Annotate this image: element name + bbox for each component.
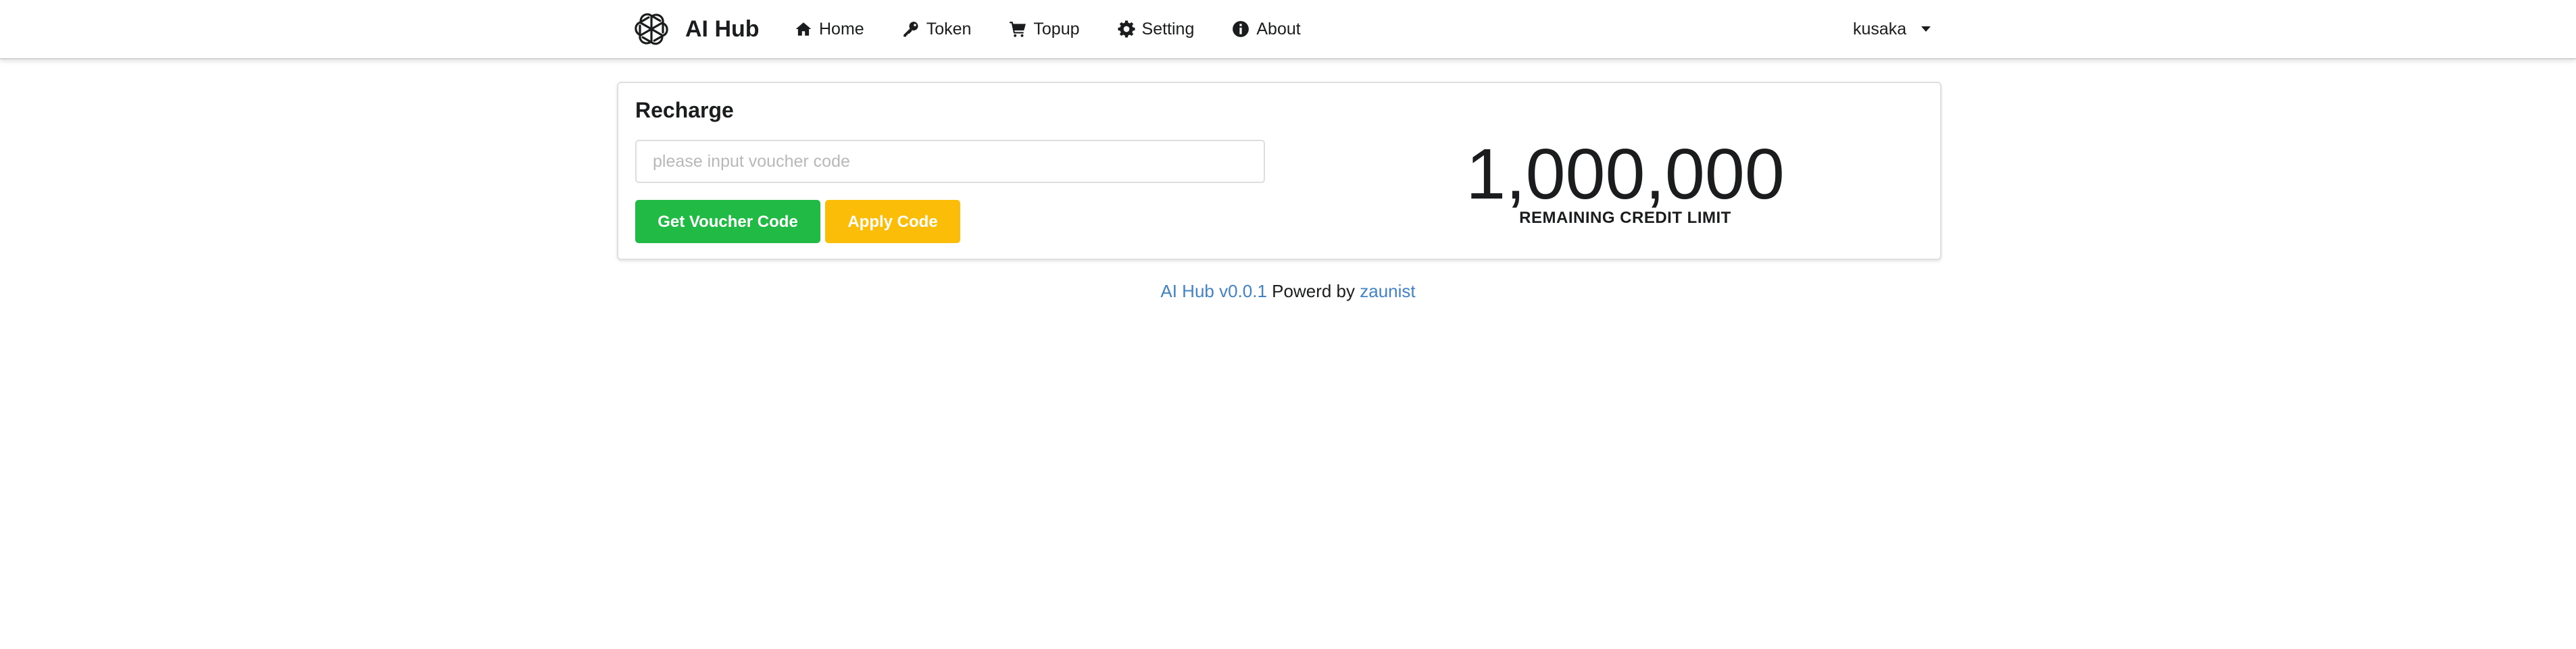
apply-code-button[interactable]: Apply Code [825, 200, 960, 243]
navbar-container: AI Hub Home Token Topup Setting About ku… [616, 0, 1941, 58]
powered-by-text: Powerd by [1272, 281, 1355, 301]
credit-label: REMAINING CREDIT LIMIT [1519, 209, 1731, 227]
cart-icon [1010, 22, 1026, 37]
recharge-card: Recharge Get Voucher Code Apply Code 1,0… [617, 82, 1941, 260]
nav-item-label: Setting [1141, 19, 1195, 38]
nav-item-label: Topup [1033, 19, 1080, 38]
nav-item-home[interactable]: Home [795, 20, 864, 39]
gear-icon [1118, 20, 1135, 38]
main-nav: Home Token Topup Setting About [795, 0, 1339, 58]
user-menu-dropdown[interactable]: kusaka [1853, 0, 1931, 58]
credit-value: 1,000,000 [1466, 134, 1785, 214]
top-navbar: AI Hub Home Token Topup Setting About ku… [0, 0, 2576, 59]
nav-item-setting[interactable]: Setting [1118, 19, 1195, 39]
home-icon [795, 22, 812, 36]
info-icon [1233, 21, 1249, 37]
key-icon [903, 22, 918, 37]
get-voucher-code-button[interactable]: Get Voucher Code [635, 200, 820, 243]
nav-item-label: About [1256, 19, 1301, 38]
brand[interactable]: AI Hub [630, 5, 760, 53]
caret-down-icon [1921, 26, 1931, 32]
nav-item-label: Token [926, 19, 972, 38]
nav-item-token[interactable]: Token [902, 19, 972, 39]
author-link[interactable]: zaunist [1360, 281, 1415, 301]
nav-item-topup[interactable]: Topup [1009, 19, 1080, 39]
nav-item-label: Home [819, 19, 864, 38]
brand-title: AI Hub [685, 16, 760, 42]
username: kusaka [1853, 19, 1907, 38]
credit-statistic: 1,000,000 REMAINING CREDIT LIMIT [1321, 137, 1929, 228]
nav-item-about[interactable]: About [1232, 19, 1301, 39]
openai-logo-icon [632, 11, 671, 47]
footer: AI Hub v0.0.1 Powerd by zaunist [0, 281, 2576, 302]
voucher-code-input[interactable] [635, 140, 1265, 183]
version-link[interactable]: AI Hub v0.0.1 [1160, 281, 1267, 301]
card-title: Recharge [635, 98, 734, 122]
